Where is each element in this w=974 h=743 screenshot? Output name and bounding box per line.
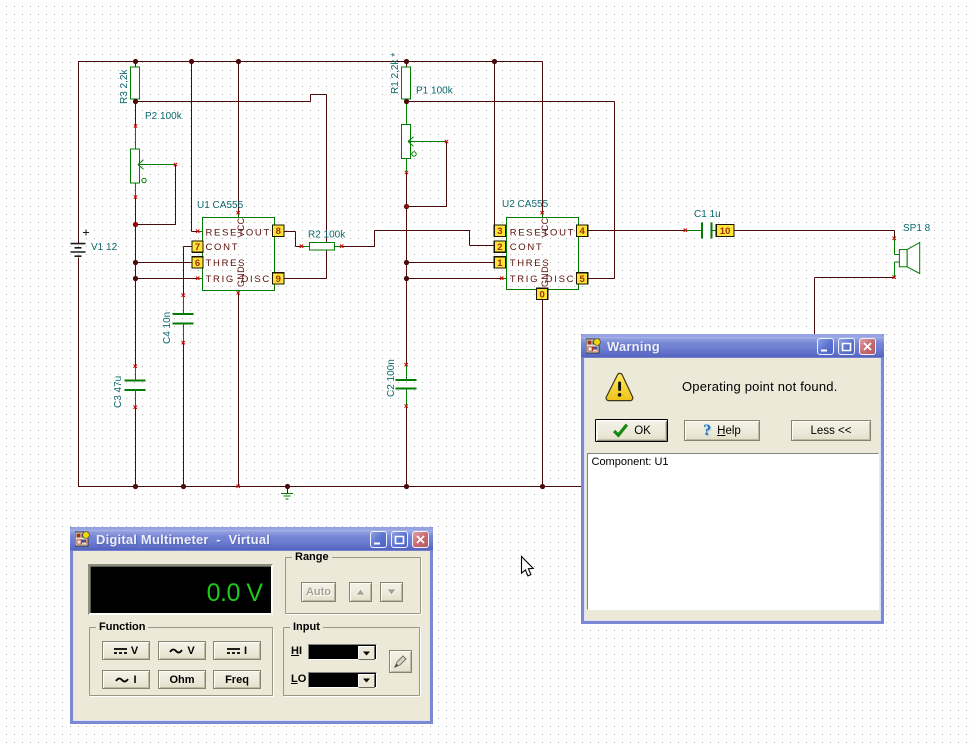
svg-text:4: 4 <box>580 226 586 237</box>
svg-text:10: 10 <box>720 226 731 237</box>
svg-text:R1 2,2k *: R1 2,2k * <box>390 53 401 94</box>
svg-text:1: 1 <box>497 258 503 269</box>
svg-text:8: 8 <box>276 226 281 237</box>
svg-text:CONT: CONT <box>206 242 240 253</box>
svg-text:CONT: CONT <box>510 242 544 253</box>
svg-text:2: 2 <box>497 242 502 253</box>
svg-text:SP1 8: SP1 8 <box>903 223 931 234</box>
svg-text:C4 10n: C4 10n <box>162 312 173 344</box>
svg-text:VCC: VCC <box>540 217 550 237</box>
svg-text:9: 9 <box>276 274 281 285</box>
svg-text:GND: GND <box>236 266 246 287</box>
svg-text:U1 CA555: U1 CA555 <box>197 200 244 211</box>
svg-text:C3 47u: C3 47u <box>113 376 124 408</box>
svg-text:TRIG: TRIG <box>510 274 540 285</box>
svg-text:OUT: OUT <box>246 228 271 239</box>
svg-text:OUT: OUT <box>550 228 575 239</box>
svg-text:V1 12: V1 12 <box>91 242 118 253</box>
svg-text:5: 5 <box>580 274 586 285</box>
svg-text:7: 7 <box>195 242 200 253</box>
svg-text:3: 3 <box>497 226 502 237</box>
svg-text:6: 6 <box>195 258 200 269</box>
svg-text:R2 100k: R2 100k <box>308 230 346 241</box>
svg-text:0: 0 <box>540 289 545 300</box>
svg-text:R3 2,2k: R3 2,2k <box>119 69 130 104</box>
svg-text:C1 1u: C1 1u <box>694 209 721 220</box>
svg-text:TRIG: TRIG <box>206 274 236 285</box>
svg-text:C2 100n: C2 100n <box>386 359 397 397</box>
svg-text:GND: GND <box>540 266 550 287</box>
svg-text:P1 100k: P1 100k <box>416 86 454 97</box>
svg-text:VCC: VCC <box>236 217 246 237</box>
svg-text:P2 100k: P2 100k <box>145 111 183 122</box>
svg-text:U2 CA555: U2 CA555 <box>502 199 549 210</box>
svg-text:DISC: DISC <box>546 274 576 285</box>
